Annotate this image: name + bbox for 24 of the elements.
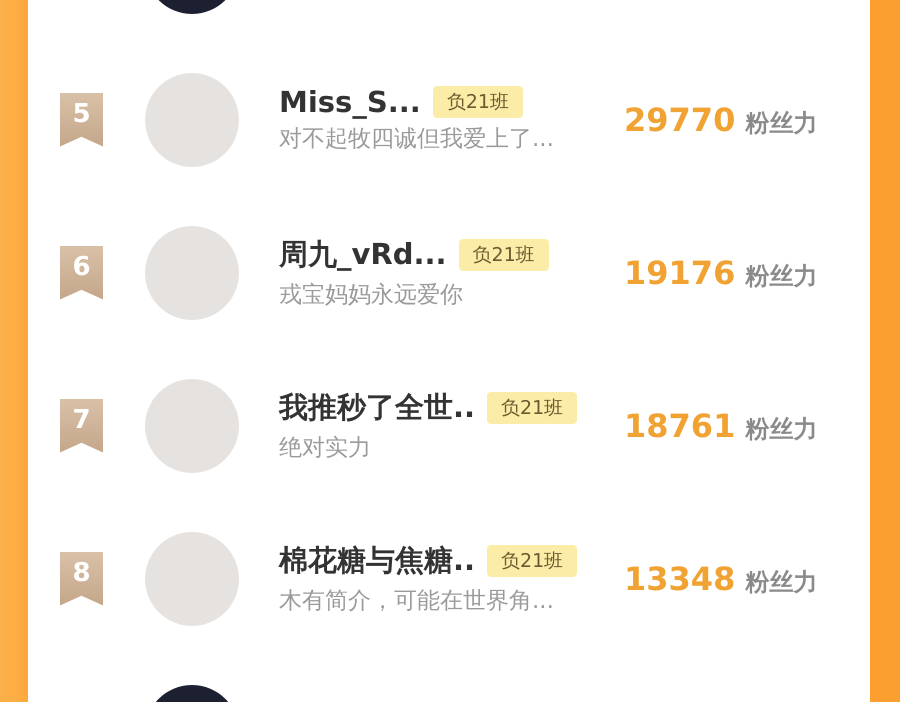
score-unit: 粉丝力 (745, 260, 818, 292)
user-bio: 对不起牧四诚但我爱上了... (279, 125, 555, 154)
fan-score: 13348 (624, 560, 736, 598)
fan-score: 19176 (624, 254, 736, 292)
rank-ribbon: 6 (60, 246, 103, 300)
class-tag: 负21班 (487, 545, 578, 577)
class-tag: 负21班 (487, 392, 578, 424)
user-bio: 戎宝妈妈永远爱你 (279, 281, 464, 310)
user-bio: 木有简介，可能在世界角... (279, 587, 555, 616)
rank-ribbon: 7 (60, 398, 103, 452)
fan-score: 29770 (624, 100, 736, 138)
rank-ribbon: 8 (60, 552, 103, 606)
user-name: Miss_S... (279, 85, 421, 119)
score-unit: 粉丝力 (745, 414, 818, 444)
rank-ribbon: 5 (60, 92, 103, 146)
user-name: 我推秒了全世.. (279, 389, 476, 426)
class-tag: 负21班 (458, 239, 549, 271)
score-unit: 粉丝力 (745, 566, 818, 598)
user-bio: 绝对实力 (279, 434, 372, 463)
user-name: 周九_vRd... (279, 236, 447, 273)
class-tag: 负21班 (432, 86, 523, 118)
user-name: 棉花糖与焦糖.. (279, 542, 476, 579)
score-unit: 粉丝力 (745, 108, 818, 138)
fan-score: 18761 (624, 406, 736, 444)
